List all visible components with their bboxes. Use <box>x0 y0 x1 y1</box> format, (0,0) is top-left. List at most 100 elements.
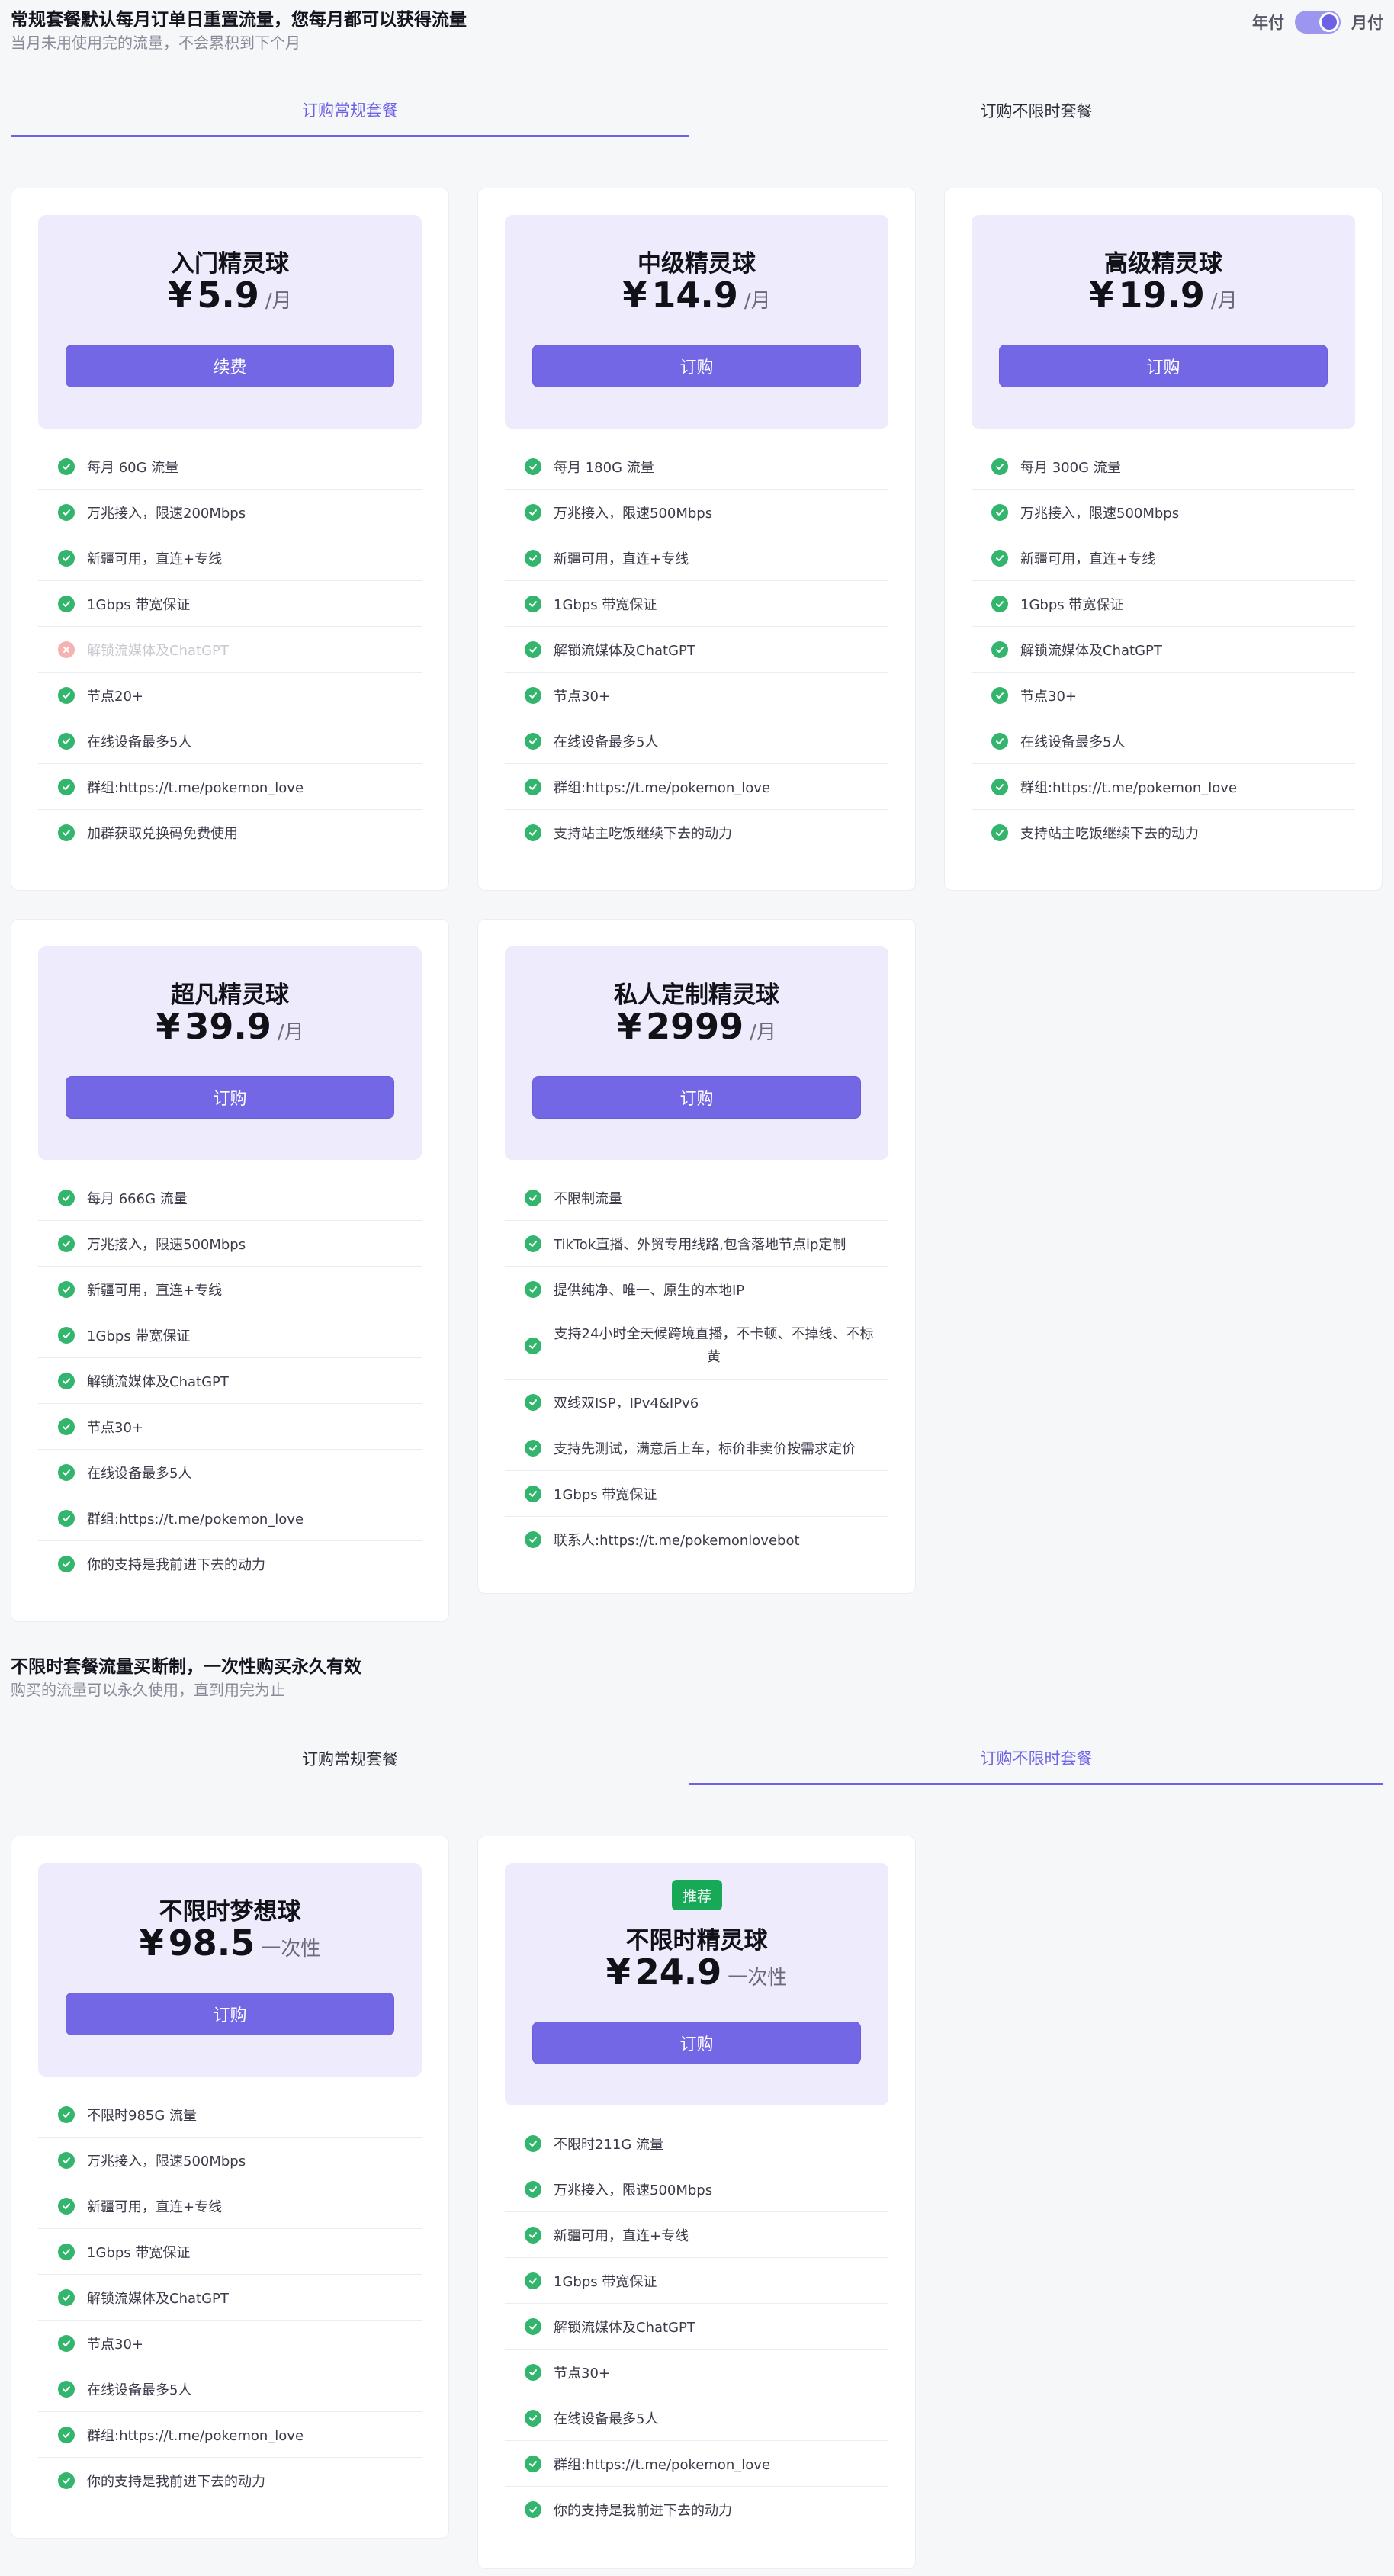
plan-card: 中级精灵球 ¥14.9/月 订购每月 180G 流量万兆接入，限速500Mbps 新疆… <box>477 188 916 891</box>
toggle-label-yearly[interactable]: 年付 <box>1252 11 1284 34</box>
feature-text: 解锁流媒体及ChatGPT <box>1020 642 1162 659</box>
feature-text: 每月 180G 流量 <box>554 459 654 476</box>
check-circle-icon <box>58 1556 75 1572</box>
check-circle-icon <box>58 732 75 750</box>
check-circle-icon <box>58 824 75 841</box>
feature-item: 支持站主吃饭继续下去的动力 <box>505 810 888 856</box>
feature-text: 新疆可用，直连+专线 <box>87 2199 223 2215</box>
plan-price: ¥98.5 一次性 <box>38 1922 422 1964</box>
price-currency: ¥ <box>156 1006 181 1047</box>
feature-item: 1Gbps 带宽保证 <box>505 581 888 627</box>
subscribe-button[interactable]: 订购 <box>532 2022 861 2064</box>
plan-card-header: 超凡精灵球 ¥39.9/月 订购 <box>38 946 422 1160</box>
x-circle-icon <box>58 641 75 658</box>
tab-regular-plans[interactable]: 订购常规套餐 <box>11 1732 689 1785</box>
plan-name: 私人定制精灵球 <box>614 981 779 1009</box>
feature-text: 你的支持是我前进下去的动力 <box>87 2474 265 2490</box>
feature-text: 在线设备最多5人 <box>554 2411 659 2427</box>
tab-unlimited-plans[interactable]: 订购不限时套餐 <box>689 1732 1383 1785</box>
check-circle-icon <box>525 2501 541 2518</box>
check-circle-icon <box>525 1439 541 1457</box>
feature-text: 双线双ISP，IPv4&IPv6 <box>554 1395 699 1412</box>
feature-text: 节点30+ <box>554 688 610 705</box>
feature-item: 万兆接入，限速500Mbps <box>38 1221 422 1267</box>
check-circle-icon <box>525 1280 541 1298</box>
tab-regular-plans[interactable]: 订购常规套餐 <box>11 84 689 137</box>
feature-text: 联系人:https://t.me/pokemonlovebot <box>554 1533 800 1549</box>
feature-text: 万兆接入，限速500Mbps <box>87 2153 246 2170</box>
tab-unlimited-plans[interactable]: 订购不限时套餐 <box>689 84 1383 137</box>
feature-item: 1Gbps 带宽保证 <box>972 581 1355 627</box>
subscribe-button[interactable]: 订购 <box>532 345 861 387</box>
check-circle-icon <box>58 2289 75 2306</box>
check-circle-icon <box>991 458 1008 475</box>
price-amount: 5.9 <box>197 275 259 316</box>
plan-price: ¥19.9/月 <box>972 275 1355 316</box>
feature-text: 支持站主吃饭继续下去的动力 <box>554 826 732 842</box>
subscribe-button[interactable]: 订购 <box>66 1993 394 2035</box>
check-circle-icon <box>58 1235 75 1252</box>
feature-item: 加群获取兑换码免费使用 <box>38 810 422 856</box>
check-circle-icon <box>525 1189 541 1206</box>
feature-text: 1Gbps 带宽保证 <box>87 1328 191 1344</box>
check-circle-icon <box>525 824 541 841</box>
toggle-label-monthly[interactable]: 月付 <box>1351 11 1383 34</box>
plan-name: 入门精灵球 <box>171 250 289 278</box>
feature-list: 每月 666G 流量 万兆接入，限速500Mbps 新疆可用，直连+专线 1Gbps … <box>38 1175 422 1587</box>
plan-price: ¥5.9/月 <box>38 275 422 316</box>
check-circle-icon <box>525 1337 541 1354</box>
check-circle-icon <box>58 2426 75 2443</box>
feature-list: 不限时211G 流量 万兆接入，限速500Mbps 新疆可用，直连+专线 1Gbps … <box>505 2121 888 2533</box>
check-circle-icon <box>58 1418 75 1435</box>
check-circle-icon <box>58 503 75 521</box>
subscribe-button[interactable]: 订购 <box>66 1076 394 1119</box>
unlimited-section-subtitle: 购买的流量可以永久使用，直到用完为止 <box>11 1681 285 1699</box>
feature-item: 群组:https://t.me/pokemon_love <box>38 2412 422 2458</box>
subscribe-button[interactable]: 订购 <box>999 345 1328 387</box>
feature-item: 在线设备最多5人 <box>505 2395 888 2441</box>
feature-text: 群组:https://t.me/pokemon_love <box>554 779 771 796</box>
feature-item: 解锁流媒体及ChatGPT <box>505 2304 888 2350</box>
feature-text: 节点30+ <box>87 2336 143 2353</box>
price-unit: 一次性 <box>261 1938 321 1961</box>
feature-item: 万兆接入，限速200Mbps <box>38 490 422 535</box>
subscribe-button[interactable]: 订购 <box>532 1076 861 1119</box>
check-circle-icon <box>58 1372 75 1389</box>
feature-text: 新疆可用，直连+专线 <box>87 1282 223 1299</box>
feature-text: 万兆接入，限速500Mbps <box>554 505 713 522</box>
feature-item: 解锁流媒体及ChatGPT <box>38 2275 422 2321</box>
feature-text: 不限制流量 <box>554 1190 622 1207</box>
price-amount: 2999 <box>646 1006 744 1047</box>
feature-text: 解锁流媒体及ChatGPT <box>87 642 229 659</box>
check-circle-icon <box>525 641 541 658</box>
feature-item: 万兆接入，限速500Mbps <box>505 490 888 535</box>
feature-item: 解锁流媒体及ChatGPT <box>972 627 1355 673</box>
renew-button[interactable]: 续费 <box>66 345 394 387</box>
feature-text: 群组:https://t.me/pokemon_love <box>87 2427 304 2444</box>
feature-item: 在线设备最多5人 <box>38 1450 422 1495</box>
billing-switch[interactable] <box>1295 11 1341 34</box>
feature-item: 群组:https://t.me/pokemon_love <box>505 764 888 810</box>
plan-card-header: 中级精灵球 ¥14.9/月 订购 <box>505 215 888 429</box>
feature-text: 万兆接入，限速500Mbps <box>554 2182 713 2199</box>
check-circle-icon <box>525 595 541 612</box>
check-circle-icon <box>991 641 1008 658</box>
check-circle-icon <box>58 2380 75 2398</box>
feature-text: 加群获取兑换码免费使用 <box>87 826 238 842</box>
price-amount: 19.9 <box>1118 275 1205 316</box>
check-circle-icon <box>991 686 1008 704</box>
feature-item: 1Gbps 带宽保证 <box>38 1312 422 1358</box>
feature-text: 新疆可用，直连+专线 <box>554 551 689 567</box>
feature-list: 每月 60G 流量 万兆接入，限速200Mbps 新疆可用，直连+专线 1Gbps 带… <box>38 444 422 856</box>
feature-text: 群组:https://t.me/pokemon_love <box>1020 779 1238 796</box>
check-circle-icon <box>58 549 75 567</box>
feature-text: 解锁流媒体及ChatGPT <box>554 2319 695 2336</box>
feature-item: 不限时985G 流量 <box>38 2092 422 2138</box>
feature-text: 支持站主吃饭继续下去的动力 <box>1020 826 1199 842</box>
feature-text: 在线设备最多5人 <box>554 734 659 750</box>
feature-item: 支持先测试，满意后上车，标价非卖价按需求定价 <box>505 1425 888 1471</box>
feature-item: 你的支持是我前进下去的动力 <box>505 2487 888 2533</box>
feature-item: 在线设备最多5人 <box>505 718 888 764</box>
plan-price: ¥24.9 一次性 <box>505 1951 888 1993</box>
feature-text: 每月 60G 流量 <box>87 459 179 476</box>
